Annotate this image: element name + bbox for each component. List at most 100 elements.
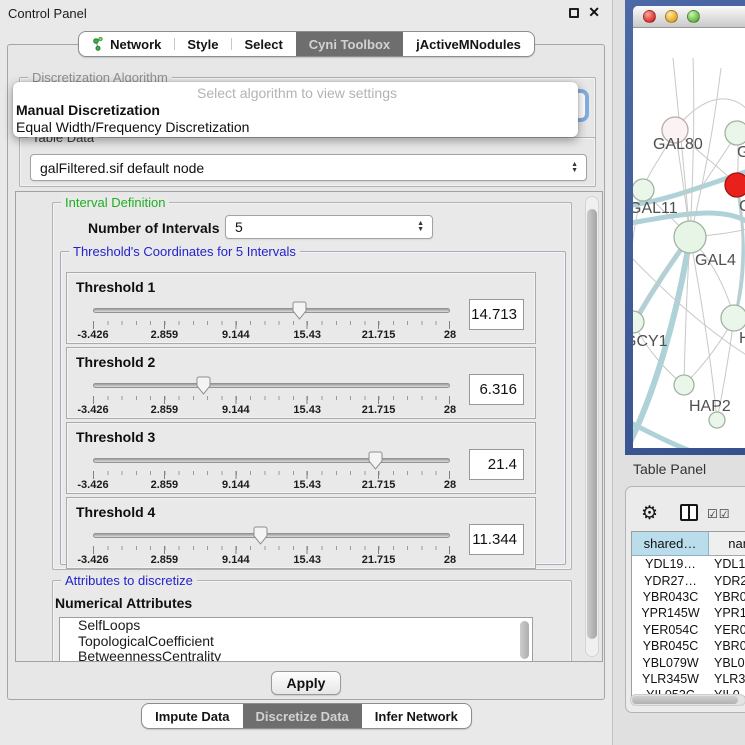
- settings-scroll-panel: Interval Definition Number of Intervals …: [15, 191, 603, 662]
- slider-ticks: [93, 546, 450, 554]
- gear-icon[interactable]: ⚙: [641, 502, 658, 525]
- dropdown-option-manual[interactable]: Manual Discretization: [13, 102, 578, 119]
- num-intervals-label: Number of Intervals: [88, 220, 219, 236]
- table-row[interactable]: YDR27…YDR2: [632, 572, 745, 588]
- table-row[interactable]: YBR045CYBR0: [632, 638, 745, 654]
- network-node[interactable]: [674, 221, 706, 253]
- network-window-titlebar[interactable]: [633, 6, 745, 28]
- table-panel-title: Table Panel: [633, 461, 706, 477]
- network-node-label: HAP2: [689, 398, 731, 415]
- slider-track[interactable]: [93, 383, 450, 388]
- threshold-slider[interactable]: -3.4262.8599.14415.4321.71528: [93, 301, 450, 343]
- threshold-panel: Threshold 3 -3.4262.8599.14415.4321.7152…: [66, 422, 536, 494]
- thresholds-group: Threshold's Coordinates for 5 Intervals …: [60, 251, 566, 565]
- network-node-label: GAL4: [695, 252, 736, 269]
- list-item[interactable]: TopologicalCoefficient: [60, 634, 532, 650]
- apply-button[interactable]: Apply: [271, 671, 341, 695]
- tab-style[interactable]: Style: [174, 32, 231, 56]
- tab-network[interactable]: Network: [79, 32, 174, 56]
- cyni-mode-tabbar: Impute Data Discretize Data Infer Networ…: [141, 703, 472, 729]
- table-row[interactable]: YER054CYER0: [632, 622, 745, 638]
- table-data-group: Table Data galFiltered.sif default node …: [19, 137, 596, 187]
- threshold-slider[interactable]: -3.4262.8599.14415.4321.71528: [93, 376, 450, 418]
- table-panel: ⚙ ☑☑ shared… name YDL19…YDL1 YDR27…YDR2 …: [625, 486, 745, 713]
- tab-impute-data[interactable]: Impute Data: [142, 704, 242, 728]
- cyni-toolbox-panel: Discretization Algorithm Table Data galF…: [7, 44, 605, 700]
- slider-thumb-icon[interactable]: [292, 301, 307, 320]
- thresholds-group-title: Threshold's Coordinates for 5 Intervals: [69, 244, 300, 259]
- tab-jactivemnodules[interactable]: jActiveMNodules: [403, 32, 534, 56]
- table-row[interactable]: YDL19…YDL1: [632, 556, 745, 572]
- float-window-icon[interactable]: [569, 8, 579, 18]
- slider-track[interactable]: [93, 533, 450, 538]
- network-node[interactable]: [674, 375, 694, 395]
- network-node[interactable]: [633, 179, 654, 201]
- network-node[interactable]: [721, 305, 745, 331]
- network-node-label: GAL11: [633, 200, 678, 217]
- attributes-list[interactable]: SelfLoops TopologicalCoefficient Between…: [59, 617, 533, 662]
- threshold-panel: Threshold 4 -3.4262.8599.14415.4321.7152…: [66, 497, 536, 569]
- interval-definition-group: Interval Definition Number of Intervals …: [52, 202, 572, 570]
- table-row[interactable]: YBR043CYBR0: [632, 589, 745, 605]
- table-horizontal-scrollbar[interactable]: [630, 694, 745, 706]
- settings-scrollbar[interactable]: [585, 196, 599, 657]
- table-row[interactable]: YLR345WYLR3: [632, 671, 745, 687]
- table-row[interactable]: YBL079WYBL0: [632, 654, 745, 670]
- tab-select[interactable]: Select: [231, 32, 295, 56]
- table-row[interactable]: YPR145WYPR1: [632, 605, 745, 621]
- slider-ticks: [93, 396, 450, 404]
- slider-tick-labels: -3.4262.8599.14415.4321.71528: [93, 554, 450, 567]
- threshold-label: Threshold 4: [76, 504, 155, 520]
- slider-tick-labels: -3.4262.8599.14415.4321.71528: [93, 329, 450, 342]
- list-item[interactable]: BetweennessCentrality: [60, 649, 532, 662]
- list-scrollbar[interactable]: [520, 621, 529, 659]
- threshold-value-input[interactable]: [469, 374, 524, 405]
- network-icon: [92, 37, 104, 51]
- network-canvas[interactable]: GAL80GCGAL11GAL4GCY1HHAP2: [633, 28, 745, 448]
- network-node[interactable]: [633, 311, 644, 333]
- scrollbar-thumb[interactable]: [587, 209, 597, 639]
- panel-title: Control Panel: [8, 6, 87, 21]
- zoom-traffic-light-icon[interactable]: [687, 10, 700, 23]
- table-data-combobox[interactable]: galFiltered.sif default node ▲▼: [30, 154, 587, 181]
- threshold-slider[interactable]: -3.4262.8599.14415.4321.71528: [93, 526, 450, 568]
- network-node[interactable]: [709, 412, 725, 428]
- num-intervals-combobox[interactable]: 5 ▲▼: [225, 215, 433, 239]
- tab-cyni-toolbox[interactable]: Cyni Toolbox: [296, 32, 403, 56]
- combo-stepper-icon: ▲▼: [571, 162, 578, 174]
- close-icon[interactable]: ✕: [588, 4, 600, 21]
- scrollbar-thumb[interactable]: [632, 696, 738, 704]
- slider-tick-labels: -3.4262.8599.14415.4321.71528: [93, 479, 450, 492]
- slider-ticks: [93, 321, 450, 329]
- threshold-value-input[interactable]: [469, 299, 524, 330]
- threshold-panel: Threshold 2 -3.4262.8599.14415.4321.7152…: [66, 347, 536, 419]
- node-table[interactable]: shared… name YDL19…YDL1 YDR27…YDR2 YBR04…: [631, 531, 745, 697]
- slider-track[interactable]: [93, 458, 450, 463]
- dropdown-option-equal-width[interactable]: Equal Width/Frequency Discretization: [13, 119, 578, 136]
- tab-infer-network[interactable]: Infer Network: [362, 704, 471, 728]
- slider-track[interactable]: [93, 308, 450, 313]
- split-columns-icon[interactable]: [680, 504, 698, 521]
- tab-discretize-data[interactable]: Discretize Data: [243, 704, 362, 728]
- minimize-traffic-light-icon[interactable]: [665, 10, 678, 23]
- threshold-value-input[interactable]: [469, 449, 524, 480]
- slider-thumb-icon[interactable]: [253, 526, 268, 545]
- threshold-label: Threshold 3: [76, 429, 155, 445]
- list-item[interactable]: SelfLoops: [60, 618, 532, 634]
- column-header-name[interactable]: name: [709, 532, 745, 556]
- dropdown-placeholder-item[interactable]: Select algorithm to view settings: [13, 85, 578, 102]
- network-node-label: H: [739, 330, 745, 347]
- threshold-panel: Threshold 1 -3.4262.8599.14415.4321.7152…: [66, 272, 536, 344]
- network-node[interactable]: [725, 173, 745, 197]
- slider-thumb-icon[interactable]: [196, 376, 211, 395]
- numerical-attributes-label: Numerical Attributes: [55, 595, 192, 611]
- network-node-label: C: [739, 198, 745, 215]
- column-header-shared-name[interactable]: shared…: [632, 532, 709, 556]
- column-checkboxes-icon[interactable]: ☑☑: [707, 507, 731, 521]
- network-node[interactable]: [725, 121, 745, 145]
- combo-stepper-icon: ▲▼: [417, 221, 424, 233]
- threshold-value-input[interactable]: [469, 524, 524, 555]
- close-traffic-light-icon[interactable]: [643, 10, 656, 23]
- slider-thumb-icon[interactable]: [368, 451, 383, 470]
- threshold-slider[interactable]: -3.4262.8599.14415.4321.71528: [93, 451, 450, 493]
